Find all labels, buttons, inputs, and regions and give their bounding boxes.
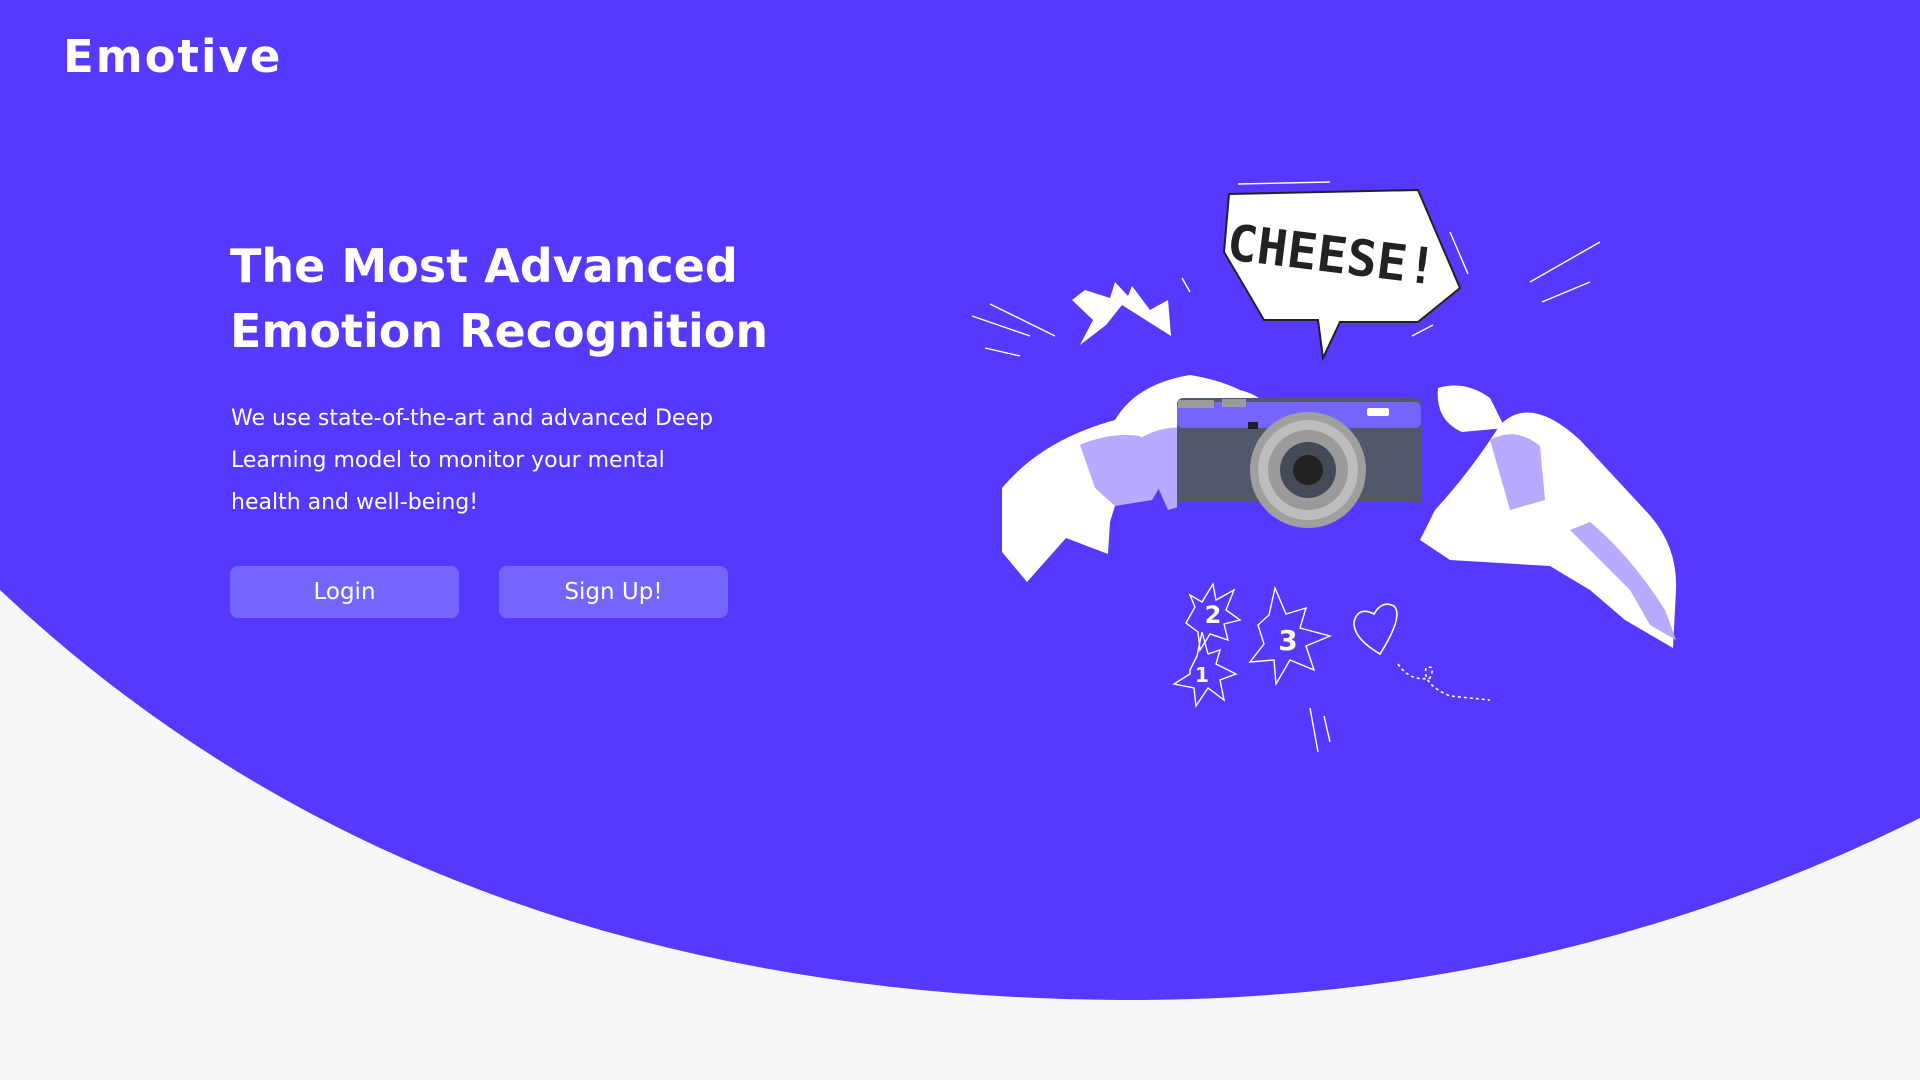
headline-line-1: The Most Advanced [230, 239, 738, 293]
countdown-bursts [1172, 582, 1333, 708]
speech-bubble: CHEESE! [1222, 188, 1462, 362]
description-line-2: Learning model to monitor your mental [231, 448, 665, 473]
sign-up-button[interactable]: Sign Up! [499, 566, 728, 618]
camera-illustration: CHEESE! 2 3 1 [971, 181, 1677, 753]
burst-number-3: 3 [1278, 624, 1297, 657]
burst-number-2: 2 [1205, 601, 1222, 629]
camera [1177, 398, 1421, 528]
burst-shape [1072, 282, 1171, 345]
login-button[interactable]: Login [230, 566, 459, 618]
sparkle-lines [1309, 707, 1331, 753]
description-line-3: health and well-being! [231, 490, 479, 515]
brand-logo[interactable]: Emotive [63, 30, 282, 83]
hero-headline: The Most Advanced Emotion Recognition [230, 234, 850, 364]
burst-number-1: 1 [1195, 663, 1209, 687]
headline-line-2: Emotion Recognition [230, 304, 769, 358]
description-line-1: We use state-of-the-art and advanced Dee… [231, 406, 713, 431]
heart-icon [1353, 603, 1491, 701]
hero-description: We use state-of-the-art and advanced Dee… [231, 398, 751, 524]
